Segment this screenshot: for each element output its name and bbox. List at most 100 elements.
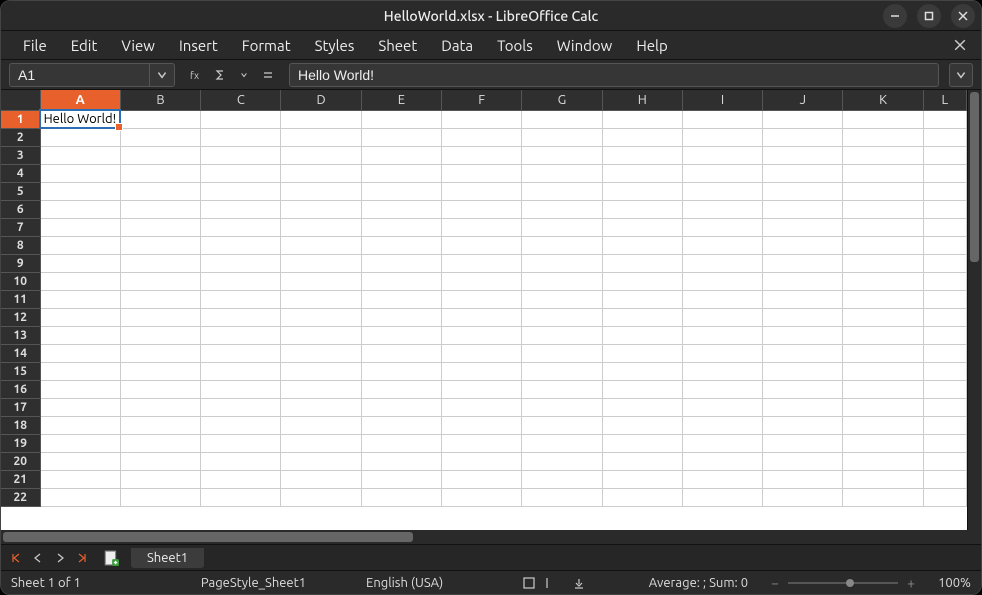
cell-I9[interactable]: [682, 254, 762, 272]
row-header-4[interactable]: 4: [1, 164, 40, 182]
cell-G21[interactable]: [522, 470, 602, 488]
cell-B6[interactable]: [120, 200, 200, 218]
cell-D19[interactable]: [281, 434, 361, 452]
cell-K4[interactable]: [843, 164, 923, 182]
cell-B22[interactable]: [120, 488, 200, 506]
cell-K13[interactable]: [843, 326, 923, 344]
cell-F16[interactable]: [442, 380, 522, 398]
cell-J10[interactable]: [763, 272, 843, 290]
cell-C10[interactable]: [201, 272, 281, 290]
new-sheet-icon[interactable]: [101, 548, 121, 568]
cell-J18[interactable]: [763, 416, 843, 434]
cell-E16[interactable]: [361, 380, 441, 398]
cell-H17[interactable]: [602, 398, 682, 416]
cell-D7[interactable]: [281, 218, 361, 236]
minimize-button[interactable]: [883, 4, 907, 28]
cell-H15[interactable]: [602, 362, 682, 380]
cell-J5[interactable]: [763, 182, 843, 200]
cell-A17[interactable]: [40, 398, 120, 416]
cell-C16[interactable]: [201, 380, 281, 398]
cell-H2[interactable]: [602, 128, 682, 146]
cell-D13[interactable]: [281, 326, 361, 344]
cell-A4[interactable]: [40, 164, 120, 182]
cell-E3[interactable]: [361, 146, 441, 164]
cell-I21[interactable]: [682, 470, 762, 488]
cell-K2[interactable]: [843, 128, 923, 146]
zoom-slider[interactable]: − +: [768, 576, 918, 590]
cell-K12[interactable]: [843, 308, 923, 326]
cell-E10[interactable]: [361, 272, 441, 290]
cell-D12[interactable]: [281, 308, 361, 326]
cell-F6[interactable]: [442, 200, 522, 218]
close-button[interactable]: [951, 4, 975, 28]
cell-B8[interactable]: [120, 236, 200, 254]
cell-F4[interactable]: [442, 164, 522, 182]
cell-D10[interactable]: [281, 272, 361, 290]
cell-H16[interactable]: [602, 380, 682, 398]
cell-A22[interactable]: [40, 488, 120, 506]
cell-L21[interactable]: [923, 470, 966, 488]
horizontal-scrollbar[interactable]: [1, 530, 981, 544]
vertical-scroll-thumb[interactable]: [970, 92, 979, 262]
cell-F17[interactable]: [442, 398, 522, 416]
cell-H14[interactable]: [602, 344, 682, 362]
cell-B7[interactable]: [120, 218, 200, 236]
cell-C14[interactable]: [201, 344, 281, 362]
cell-G10[interactable]: [522, 272, 602, 290]
cell-E7[interactable]: [361, 218, 441, 236]
cell-L10[interactable]: [923, 272, 966, 290]
cell-F2[interactable]: [442, 128, 522, 146]
cell-G9[interactable]: [522, 254, 602, 272]
cell-F7[interactable]: [442, 218, 522, 236]
cell-F20[interactable]: [442, 452, 522, 470]
cell-L1[interactable]: [923, 110, 966, 128]
cell-F12[interactable]: [442, 308, 522, 326]
menu-sheet[interactable]: Sheet: [366, 33, 429, 58]
cell-B3[interactable]: [120, 146, 200, 164]
row-header-19[interactable]: 19: [1, 434, 40, 452]
cell-B16[interactable]: [120, 380, 200, 398]
cell-E9[interactable]: [361, 254, 441, 272]
cell-G6[interactable]: [522, 200, 602, 218]
cell-D18[interactable]: [281, 416, 361, 434]
cell-F13[interactable]: [442, 326, 522, 344]
cell-J17[interactable]: [763, 398, 843, 416]
cell-B4[interactable]: [120, 164, 200, 182]
cell-K22[interactable]: [843, 488, 923, 506]
row-header-6[interactable]: 6: [1, 200, 40, 218]
cell-K8[interactable]: [843, 236, 923, 254]
cell-H10[interactable]: [602, 272, 682, 290]
cell-B15[interactable]: [120, 362, 200, 380]
cell-E4[interactable]: [361, 164, 441, 182]
row-header-11[interactable]: 11: [1, 290, 40, 308]
col-header-C[interactable]: C: [201, 90, 281, 110]
cell-I13[interactable]: [682, 326, 762, 344]
cell-D16[interactable]: [281, 380, 361, 398]
cell-L18[interactable]: [923, 416, 966, 434]
cell-A16[interactable]: [40, 380, 120, 398]
col-header-F[interactable]: F: [442, 90, 522, 110]
menu-format[interactable]: Format: [230, 33, 303, 58]
cell-H19[interactable]: [602, 434, 682, 452]
cell-I3[interactable]: [682, 146, 762, 164]
col-header-A[interactable]: A: [40, 90, 120, 110]
cell-A5[interactable]: [40, 182, 120, 200]
cell-L15[interactable]: [923, 362, 966, 380]
cell-K18[interactable]: [843, 416, 923, 434]
zoom-in-icon[interactable]: +: [904, 576, 918, 590]
menu-help[interactable]: Help: [624, 33, 679, 58]
cell-C2[interactable]: [201, 128, 281, 146]
col-header-D[interactable]: D: [281, 90, 361, 110]
cell-A19[interactable]: [40, 434, 120, 452]
cell-C5[interactable]: [201, 182, 281, 200]
cell-E12[interactable]: [361, 308, 441, 326]
tab-first-icon[interactable]: [7, 549, 25, 567]
row-header-15[interactable]: 15: [1, 362, 40, 380]
cell-H5[interactable]: [602, 182, 682, 200]
cell-G5[interactable]: [522, 182, 602, 200]
cell-L14[interactable]: [923, 344, 966, 362]
cell-J2[interactable]: [763, 128, 843, 146]
cell-K16[interactable]: [843, 380, 923, 398]
cell-A7[interactable]: [40, 218, 120, 236]
cell-I16[interactable]: [682, 380, 762, 398]
